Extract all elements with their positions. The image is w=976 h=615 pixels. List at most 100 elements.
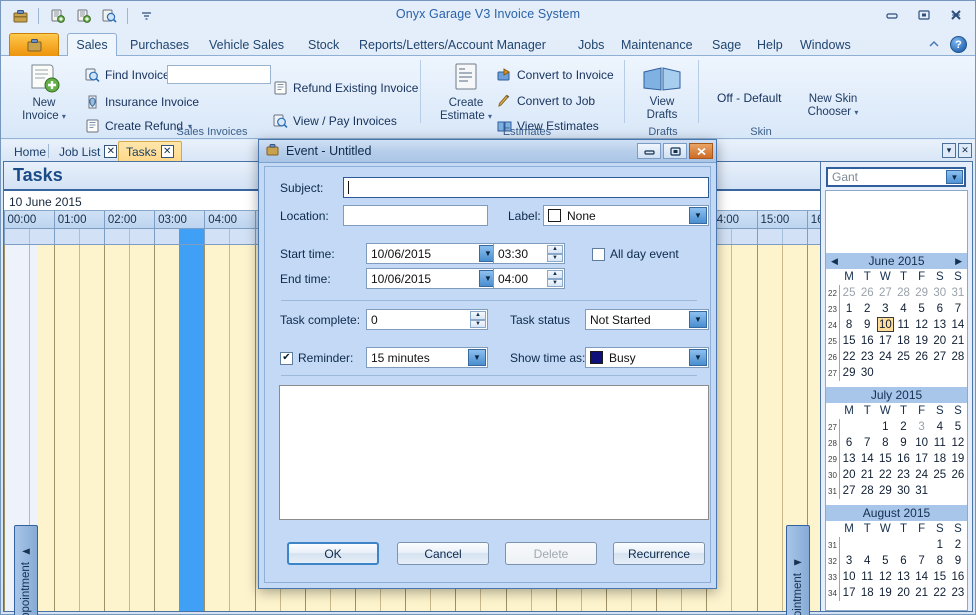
calendar-day[interactable]: 11 bbox=[931, 435, 949, 451]
calendar-day[interactable]: 19 bbox=[913, 333, 931, 349]
spinner-down-icon[interactable]: ▼ bbox=[547, 253, 563, 262]
calendar-day[interactable]: 8 bbox=[931, 553, 949, 569]
calendar-day[interactable]: 2 bbox=[858, 301, 876, 317]
new-skin-chooser-button[interactable]: New Skin Chooser ▾ bbox=[793, 93, 873, 119]
restore-icon[interactable] bbox=[913, 6, 935, 24]
calendar-day[interactable]: 22 bbox=[840, 349, 858, 365]
spinner-up-icon[interactable]: ▲ bbox=[470, 311, 486, 320]
reminder-checkbox[interactable]: ✔ Reminder: bbox=[280, 351, 353, 365]
calendar-day[interactable]: 14 bbox=[949, 317, 967, 333]
convert-to-job-item[interactable]: Convert to Job bbox=[497, 94, 595, 108]
find-invoice-item[interactable]: Find Invoice bbox=[85, 68, 170, 82]
ribbon-tab-purchases[interactable]: Purchases bbox=[121, 34, 198, 56]
chevron-down-icon[interactable]: ▼ bbox=[689, 349, 707, 366]
calendar-day[interactable]: 7 bbox=[949, 301, 967, 317]
cancel-button[interactable]: Cancel bbox=[397, 542, 489, 565]
calendar-day[interactable]: 3 bbox=[913, 419, 931, 435]
ribbon-tab-vehicle-sales[interactable]: Vehicle Sales bbox=[200, 34, 293, 56]
calendar-day[interactable]: 30 bbox=[894, 483, 912, 499]
chevron-down-icon[interactable]: ▼ bbox=[946, 170, 963, 184]
chevron-down-icon[interactable]: ▾ bbox=[62, 112, 66, 121]
calendar-day[interactable]: 10 bbox=[913, 435, 931, 451]
spinner-buttons[interactable]: ▲ ▼ bbox=[547, 270, 563, 287]
calendar-day[interactable]: 9 bbox=[894, 435, 912, 451]
calendar-day[interactable]: 11 bbox=[894, 317, 912, 333]
chevron-down-icon[interactable]: ▾ bbox=[854, 108, 858, 117]
calendar-day[interactable]: 27 bbox=[876, 285, 894, 301]
calendar-day[interactable]: 18 bbox=[931, 451, 949, 467]
left-arrow-icon[interactable]: ◀ bbox=[831, 256, 838, 267]
calendar-day[interactable]: 31 bbox=[949, 285, 967, 301]
calendar-day[interactable]: 20 bbox=[931, 333, 949, 349]
calendar-day[interactable]: 12 bbox=[876, 569, 894, 585]
refund-existing-invoice-item[interactable]: Refund Existing Invoice bbox=[273, 81, 418, 95]
calendar-day[interactable]: 21 bbox=[913, 585, 931, 601]
calendar-day[interactable]: 5 bbox=[913, 301, 931, 317]
calendar-day[interactable]: 12 bbox=[949, 435, 967, 451]
calendar-day[interactable]: 22 bbox=[876, 467, 894, 483]
calendar-day[interactable]: 27 bbox=[931, 349, 949, 365]
calendar-day[interactable]: 28 bbox=[949, 349, 967, 365]
end-date-select[interactable]: 10/06/2015 ▼ bbox=[366, 268, 499, 289]
calendar-day[interactable]: 29 bbox=[876, 483, 894, 499]
calendar-day[interactable]: 23 bbox=[858, 349, 876, 365]
calendar-day[interactable]: 1 bbox=[876, 419, 894, 435]
calendar-day[interactable]: 9 bbox=[949, 553, 967, 569]
calendar-day[interactable]: 3 bbox=[840, 553, 858, 569]
calendar-day[interactable]: 8 bbox=[840, 317, 858, 333]
next-appointment-tab[interactable]: ▶ Next appointment bbox=[786, 525, 810, 615]
view-selector[interactable]: Gant ▼ bbox=[826, 167, 966, 187]
ribbon-tab-sales[interactable]: Sales bbox=[67, 33, 117, 57]
calendar-day[interactable]: 1 bbox=[840, 301, 858, 317]
ribbon-tab-reports[interactable]: Reports/Letters/Account Manager bbox=[350, 34, 555, 56]
help-button[interactable]: ? bbox=[950, 36, 967, 53]
selection-block-header[interactable] bbox=[179, 229, 205, 244]
calendar-day[interactable]: 13 bbox=[840, 451, 858, 467]
close-icon[interactable]: ✕ bbox=[160, 145, 174, 158]
ok-button[interactable]: OK bbox=[287, 542, 379, 565]
calendar-day[interactable]: 8 bbox=[876, 435, 894, 451]
create-estimate-button[interactable]: Create Estimate ▾ bbox=[435, 61, 497, 123]
calendar-day[interactable]: 20 bbox=[840, 467, 858, 483]
calendar-day[interactable]: 17 bbox=[913, 451, 931, 467]
chevron-down-icon[interactable]: ▾ bbox=[942, 143, 956, 158]
calendar-day[interactable]: 11 bbox=[858, 569, 876, 585]
spinner-down-icon[interactable]: ▼ bbox=[470, 319, 486, 328]
ribbon-tab-maintenance[interactable]: Maintenance bbox=[612, 34, 702, 56]
spinner-buttons[interactable]: ▲ ▼ bbox=[470, 311, 486, 328]
mini-calendars[interactable]: ◀ ▶ June 2015 M T W T F S S 22 25 26 27 28 29 30 31 23 1 2 3 4… bbox=[825, 190, 968, 611]
calendar-day[interactable]: 12 bbox=[913, 317, 931, 333]
calendar-day[interactable]: 23 bbox=[949, 585, 967, 601]
selection-block[interactable] bbox=[179, 245, 205, 611]
calendar-day[interactable]: 6 bbox=[931, 301, 949, 317]
calendar-day[interactable]: 21 bbox=[858, 467, 876, 483]
calendar-day[interactable]: 2 bbox=[894, 419, 912, 435]
calendar-day[interactable]: 26 bbox=[949, 467, 967, 483]
calendar-day[interactable]: 9 bbox=[858, 317, 876, 333]
right-arrow-icon[interactable]: ▶ bbox=[955, 256, 962, 267]
convert-to-invoice-item[interactable]: Convert to Invoice bbox=[497, 68, 614, 82]
start-date-select[interactable]: 10/06/2015 ▼ bbox=[366, 243, 499, 264]
location-input[interactable] bbox=[343, 205, 488, 226]
chevron-down-icon[interactable]: ▾ bbox=[488, 112, 492, 121]
calendar-day[interactable]: 24 bbox=[913, 467, 931, 483]
office-button[interactable] bbox=[9, 33, 59, 56]
calendar-day[interactable]: 4 bbox=[858, 553, 876, 569]
label-select[interactable]: None ▼ bbox=[543, 205, 709, 226]
minimize-icon[interactable] bbox=[637, 143, 661, 159]
calendar-day[interactable]: 29 bbox=[913, 285, 931, 301]
calendar-day[interactable]: 6 bbox=[894, 553, 912, 569]
close-icon[interactable]: ✕ bbox=[104, 145, 118, 158]
spinner-up-icon[interactable]: ▲ bbox=[547, 245, 563, 254]
calendar-day[interactable]: 28 bbox=[894, 285, 912, 301]
close-icon[interactable] bbox=[689, 143, 713, 159]
previous-appointment-tab[interactable]: ◀ Previous appointment bbox=[14, 525, 38, 615]
calendar-day[interactable]: 15 bbox=[931, 569, 949, 585]
calendar-day[interactable]: 19 bbox=[876, 585, 894, 601]
calendar-day[interactable]: 25 bbox=[931, 467, 949, 483]
task-complete-spinner[interactable]: 0 ▲ ▼ bbox=[366, 309, 488, 330]
insurance-invoice-item[interactable]: Insurance Invoice bbox=[85, 95, 199, 109]
new-invoice-button[interactable]: New Invoice ▾ bbox=[13, 61, 75, 123]
chevron-down-icon[interactable]: ▼ bbox=[689, 311, 707, 328]
find-invoice-input[interactable] bbox=[167, 65, 271, 84]
